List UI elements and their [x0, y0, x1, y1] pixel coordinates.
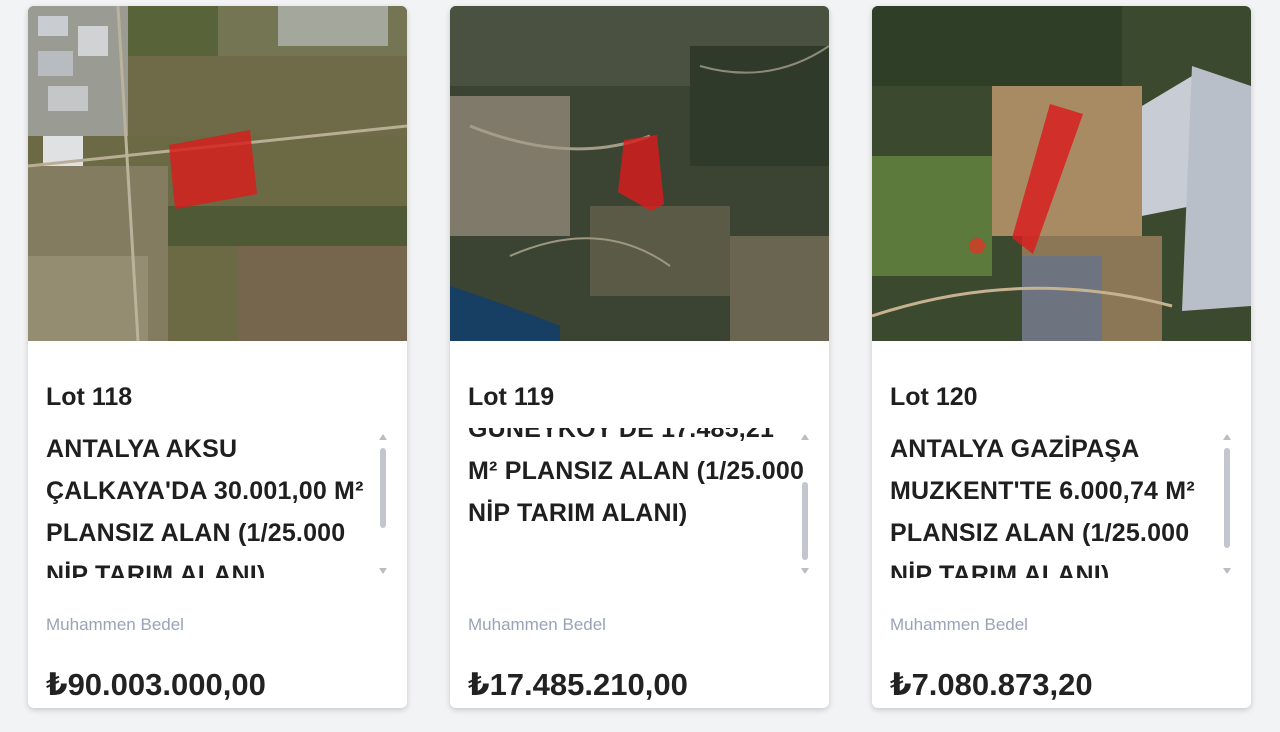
scrollbar-thumb[interactable] — [802, 482, 808, 560]
lot-description: ANTALYA GAZİPAŞA MUZKENT'TE 6.000,74 M² … — [890, 435, 1195, 578]
lot-description-scroll-area[interactable]: GÜNEYKÖY'DE 17.485,21 M² PLANSIZ ALAN (1… — [468, 428, 808, 578]
description-scrollbar[interactable] — [1221, 434, 1233, 574]
lot-number: Lot 119 — [468, 383, 555, 411]
scroll-down-arrow-icon[interactable] — [1223, 568, 1231, 574]
lot-description: GÜNEYKÖY'DE 17.485,21 M² PLANSIZ ALAN (1… — [468, 428, 805, 527]
aerial-map-image[interactable] — [450, 6, 829, 341]
lot-description-scroll-area[interactable]: ANTALYA AKSU ÇALKAYA'DA 30.001,00 M² PLA… — [46, 428, 386, 578]
scroll-down-arrow-icon[interactable] — [801, 568, 809, 574]
lot-card[interactable]: Lot 118 ANTALYA AKSU ÇALKAYA'DA 30.001,0… — [28, 6, 407, 708]
lot-description-scroll-area[interactable]: ANTALYA GAZİPAŞA MUZKENT'TE 6.000,74 M² … — [890, 428, 1230, 578]
lot-card[interactable]: Lot 120 ANTALYA GAZİPAŞA MUZKENT'TE 6.00… — [872, 6, 1251, 708]
lot-number: Lot 120 — [890, 383, 978, 411]
scroll-down-arrow-icon[interactable] — [379, 568, 387, 574]
scrollbar-thumb[interactable] — [1224, 448, 1230, 548]
price-value: ₺90.003.000,00 — [46, 667, 266, 702]
price-value: ₺7.080.873,20 — [890, 667, 1093, 702]
lot-card[interactable]: Lot 119 GÜNEYKÖY'DE 17.485,21 M² PLANSIZ… — [450, 6, 829, 708]
price-label: Muhammen Bedel — [468, 615, 606, 634]
price-label: Muhammen Bedel — [46, 615, 184, 634]
aerial-map-image[interactable] — [28, 6, 407, 341]
scrollbar-thumb[interactable] — [380, 448, 386, 528]
scroll-up-arrow-icon[interactable] — [1223, 434, 1231, 440]
price-value: ₺17.485.210,00 — [468, 667, 688, 702]
aerial-map-image[interactable] — [872, 6, 1251, 341]
lot-description: ANTALYA AKSU ÇALKAYA'DA 30.001,00 M² PLA… — [46, 435, 364, 578]
scroll-up-arrow-icon[interactable] — [801, 434, 809, 440]
scroll-up-arrow-icon[interactable] — [379, 434, 387, 440]
description-scrollbar[interactable] — [799, 434, 811, 574]
description-scrollbar[interactable] — [377, 434, 389, 574]
lot-number: Lot 118 — [46, 383, 133, 411]
price-label: Muhammen Bedel — [890, 615, 1028, 634]
